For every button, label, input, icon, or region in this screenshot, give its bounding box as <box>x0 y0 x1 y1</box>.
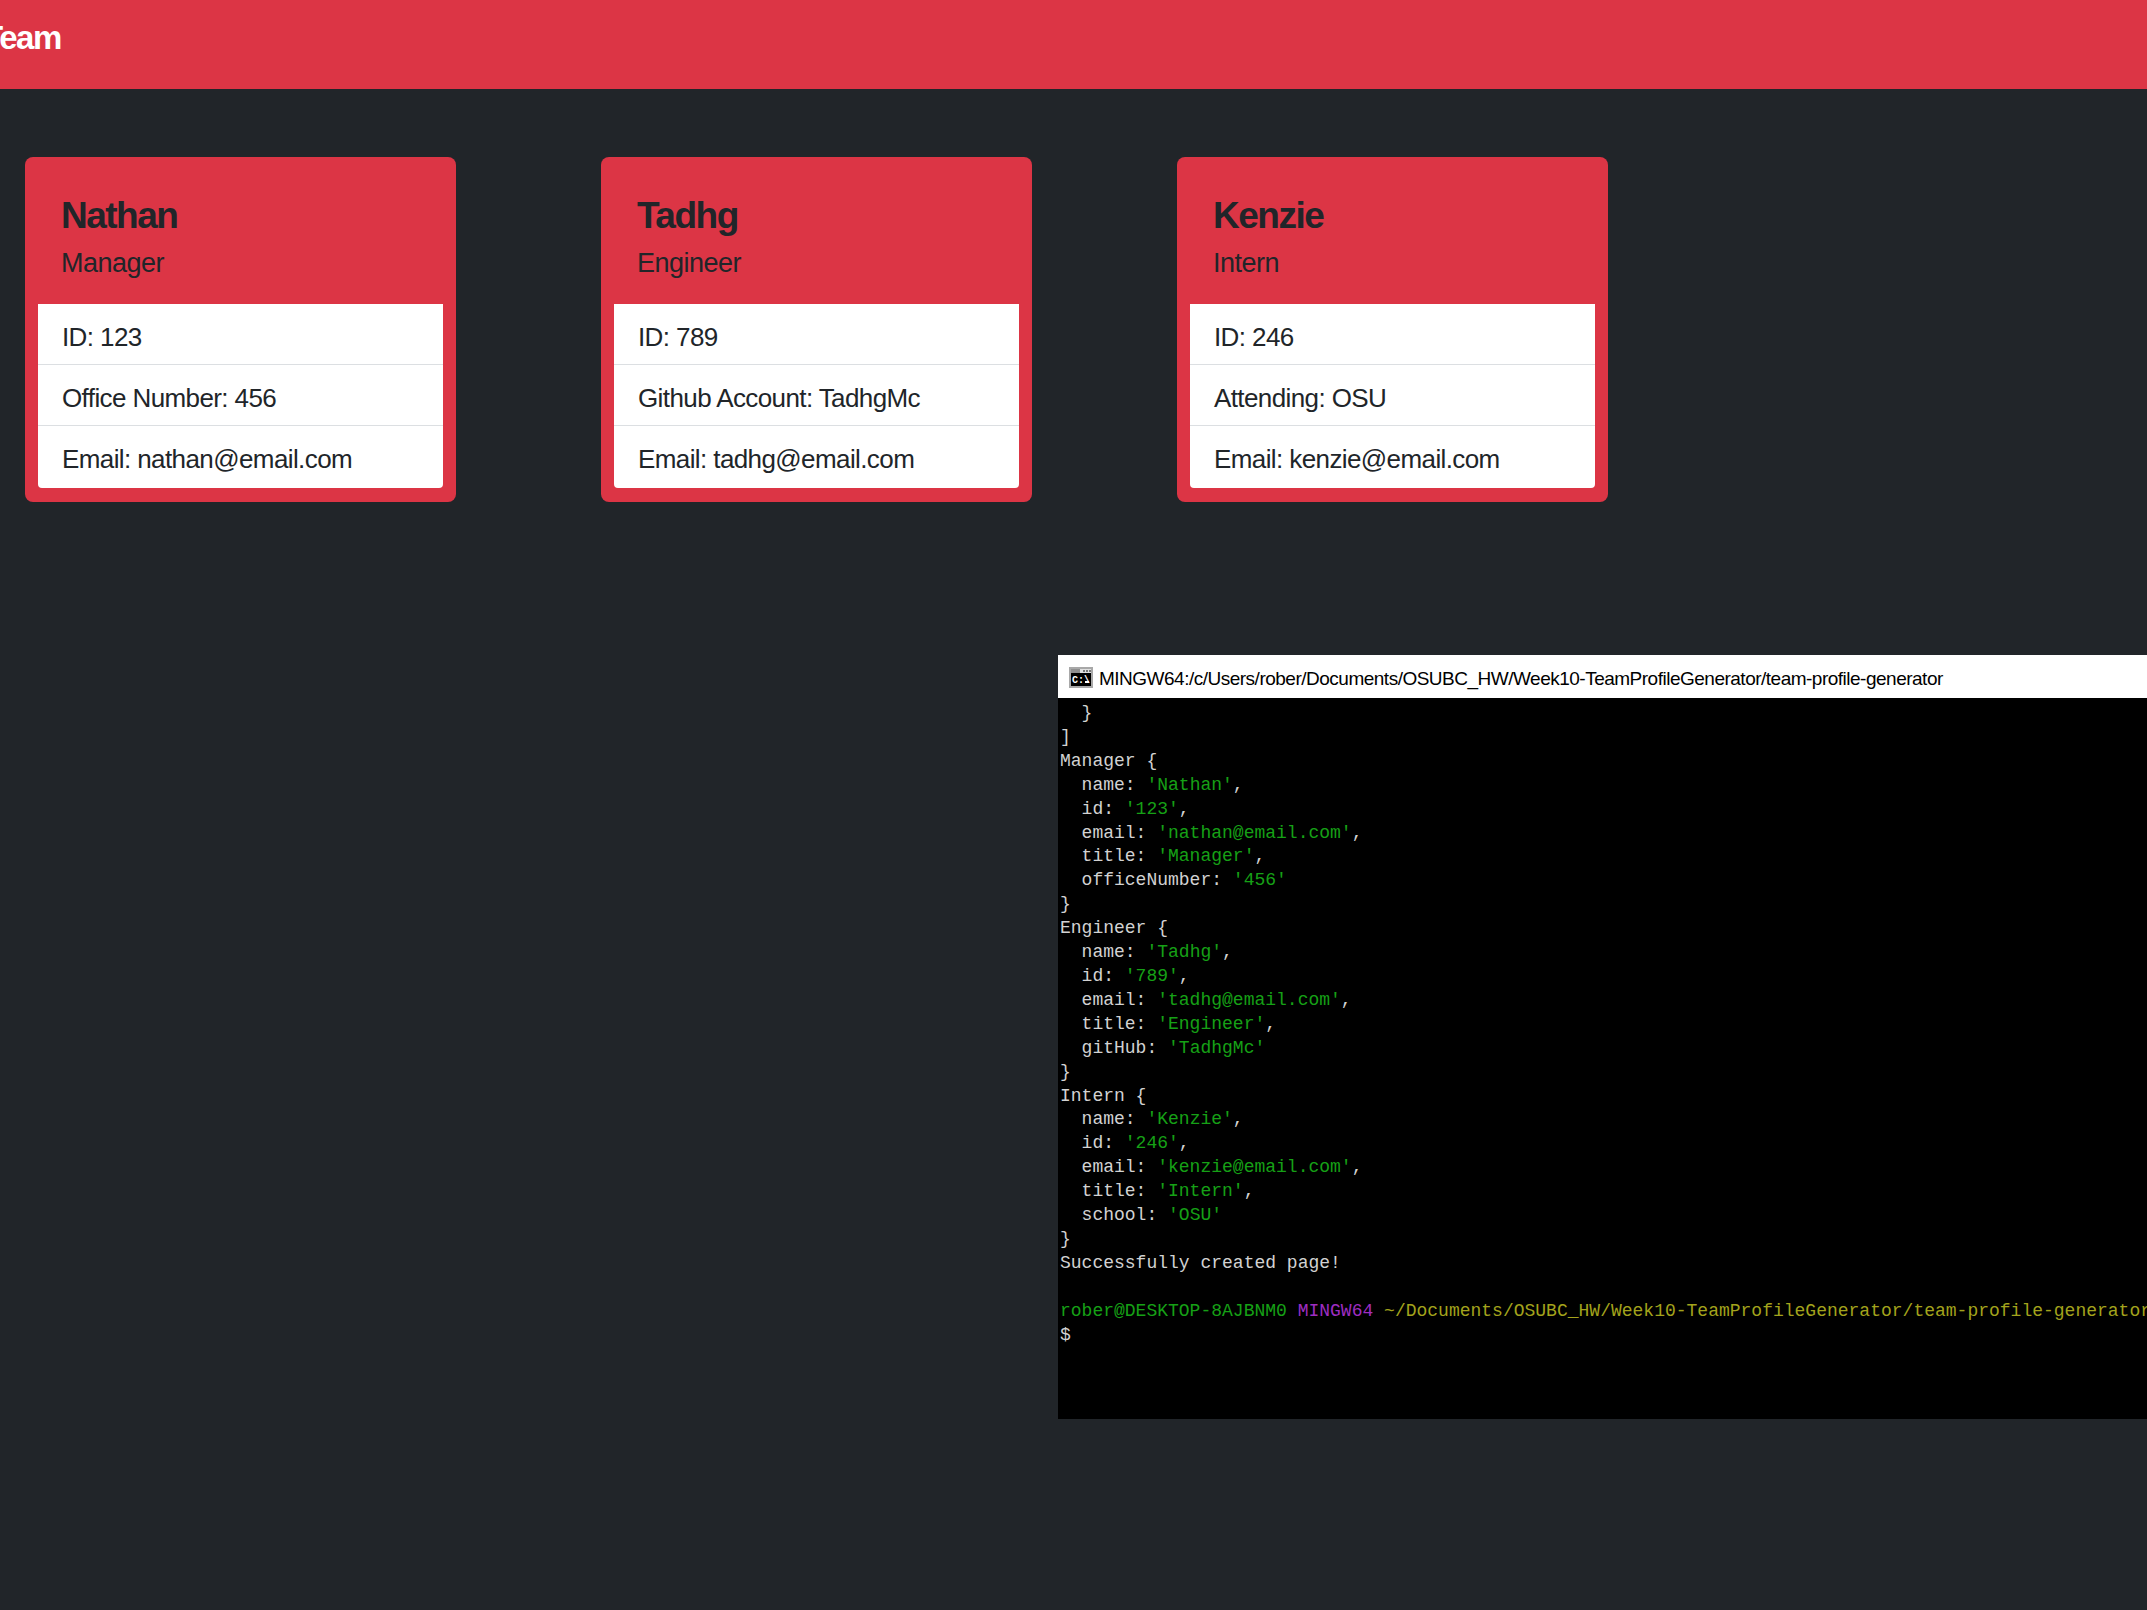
svg-text:C:\: C:\ <box>1072 675 1090 686</box>
